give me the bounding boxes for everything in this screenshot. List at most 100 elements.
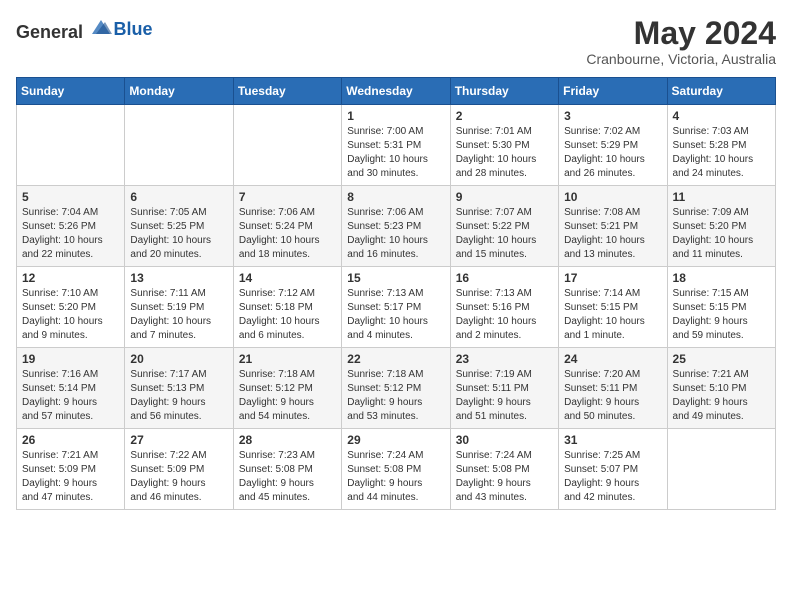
day-number: 5: [22, 190, 119, 204]
logo-general-text: General: [16, 22, 83, 42]
calendar-week-row: 12 Sunrise: 7:10 AM Sunset: 5:20 PM Dayli…: [17, 267, 776, 348]
calendar-empty-cell: [17, 105, 125, 186]
day-info: Sunrise: 7:00 AM Sunset: 5:31 PM Dayligh…: [347, 125, 444, 181]
day-info: Sunrise: 7:21 AM Sunset: 5:09 PM Dayligh…: [22, 449, 119, 505]
weekday-header-row: SundayMondayTuesdayWednesdayThursdayFrid…: [17, 78, 776, 105]
day-info: Sunrise: 7:06 AM Sunset: 5:24 PM Dayligh…: [239, 206, 336, 262]
day-number: 11: [673, 190, 770, 204]
day-number: 22: [347, 352, 444, 366]
day-number: 20: [130, 352, 227, 366]
calendar-day-23: 23Sunrise: 7:19 AM Sunset: 5:11 PM Dayli…: [450, 348, 558, 429]
day-info: Sunrise: 7:10 AM Sunset: 5:20 PM Dayligh…: [22, 287, 119, 343]
weekday-header-thursday: Thursday: [450, 78, 558, 105]
day-number: 29: [347, 433, 444, 447]
calendar-day-21: 21 Sunrise: 7:18 AM Sunset: 5:12 PM Dayli…: [233, 348, 341, 429]
calendar-day-26: 26 Sunrise: 7:21 AM Sunset: 5:09 PM Dayli…: [17, 429, 125, 510]
title-section: May 2024 Cranbourne, Victoria, Australia: [586, 16, 776, 67]
calendar-day-5: 5 Sunrise: 7:04 AM Sunset: 5:26 PM Daylig…: [17, 186, 125, 267]
calendar-week-row: 5 Sunrise: 7:04 AM Sunset: 5:26 PM Daylig…: [17, 186, 776, 267]
calendar-day-17: 17Sunrise: 7:14 AM Sunset: 5:15 PM Dayli…: [559, 267, 667, 348]
day-info: Sunrise: 7:24 AM Sunset: 5:08 PM Dayligh…: [456, 449, 553, 505]
calendar-week-row: 1 Sunrise: 7:00 AM Sunset: 5:31 PM Daylig…: [17, 105, 776, 186]
logo-blue-text: Blue: [114, 19, 153, 39]
day-number: 21: [239, 352, 336, 366]
day-info: Sunrise: 7:22 AM Sunset: 5:09 PM Dayligh…: [130, 449, 227, 505]
day-info: Sunrise: 7:04 AM Sunset: 5:26 PM Dayligh…: [22, 206, 119, 262]
calendar-week-row: 19 Sunrise: 7:16 AM Sunset: 5:14 PM Dayli…: [17, 348, 776, 429]
day-info: Sunrise: 7:15 AM Sunset: 5:15 PM Dayligh…: [673, 287, 770, 343]
page-header: General Blue May 2024 Cranbourne, Victor…: [16, 16, 776, 67]
weekday-header-tuesday: Tuesday: [233, 78, 341, 105]
day-info: Sunrise: 7:24 AM Sunset: 5:08 PM Dayligh…: [347, 449, 444, 505]
day-number: 25: [673, 352, 770, 366]
calendar-day-19: 19 Sunrise: 7:16 AM Sunset: 5:14 PM Dayli…: [17, 348, 125, 429]
day-info: Sunrise: 7:07 AM Sunset: 5:22 PM Dayligh…: [456, 206, 553, 262]
calendar-day-22: 22 Sunrise: 7:18 AM Sunset: 5:12 PM Dayli…: [342, 348, 450, 429]
calendar-day-14: 14 Sunrise: 7:12 AM Sunset: 5:18 PM Dayli…: [233, 267, 341, 348]
day-info: Sunrise: 7:11 AM Sunset: 5:19 PM Dayligh…: [130, 287, 227, 343]
calendar-day-15: 15 Sunrise: 7:13 AM Sunset: 5:17 PM Dayli…: [342, 267, 450, 348]
day-number: 26: [22, 433, 119, 447]
logo-icon: [90, 16, 112, 38]
weekday-header-sunday: Sunday: [17, 78, 125, 105]
calendar-day-3: 3Sunrise: 7:02 AM Sunset: 5:29 PM Daylig…: [559, 105, 667, 186]
day-info: Sunrise: 7:23 AM Sunset: 5:08 PM Dayligh…: [239, 449, 336, 505]
calendar-day-28: 28Sunrise: 7:23 AM Sunset: 5:08 PM Dayli…: [233, 429, 341, 510]
calendar-day-27: 27Sunrise: 7:22 AM Sunset: 5:09 PM Dayli…: [125, 429, 233, 510]
day-number: 19: [22, 352, 119, 366]
day-info: Sunrise: 7:18 AM Sunset: 5:12 PM Dayligh…: [347, 368, 444, 424]
day-info: Sunrise: 7:09 AM Sunset: 5:20 PM Dayligh…: [673, 206, 770, 262]
day-info: Sunrise: 7:12 AM Sunset: 5:18 PM Dayligh…: [239, 287, 336, 343]
weekday-header-saturday: Saturday: [667, 78, 775, 105]
day-number: 16: [456, 271, 553, 285]
day-number: 3: [564, 109, 661, 123]
calendar-day-12: 12 Sunrise: 7:10 AM Sunset: 5:20 PM Dayli…: [17, 267, 125, 348]
day-number: 24: [564, 352, 661, 366]
day-number: 31: [564, 433, 661, 447]
calendar-empty-cell: [233, 105, 341, 186]
calendar-day-1: 1 Sunrise: 7:00 AM Sunset: 5:31 PM Daylig…: [342, 105, 450, 186]
day-number: 9: [456, 190, 553, 204]
calendar-table: SundayMondayTuesdayWednesdayThursdayFrid…: [16, 77, 776, 510]
day-number: 1: [347, 109, 444, 123]
day-number: 8: [347, 190, 444, 204]
day-info: Sunrise: 7:06 AM Sunset: 5:23 PM Dayligh…: [347, 206, 444, 262]
weekday-header-friday: Friday: [559, 78, 667, 105]
weekday-header-wednesday: Wednesday: [342, 78, 450, 105]
day-number: 15: [347, 271, 444, 285]
day-info: Sunrise: 7:17 AM Sunset: 5:13 PM Dayligh…: [130, 368, 227, 424]
calendar-day-2: 2 Sunrise: 7:01 AM Sunset: 5:30 PM Daylig…: [450, 105, 558, 186]
day-number: 7: [239, 190, 336, 204]
day-info: Sunrise: 7:18 AM Sunset: 5:12 PM Dayligh…: [239, 368, 336, 424]
calendar-day-10: 10 Sunrise: 7:08 AM Sunset: 5:21 PM Dayli…: [559, 186, 667, 267]
location-text: Cranbourne, Victoria, Australia: [586, 51, 776, 67]
day-info: Sunrise: 7:08 AM Sunset: 5:21 PM Dayligh…: [564, 206, 661, 262]
day-info: Sunrise: 7:13 AM Sunset: 5:16 PM Dayligh…: [456, 287, 553, 343]
day-number: 10: [564, 190, 661, 204]
day-info: Sunrise: 7:03 AM Sunset: 5:28 PM Dayligh…: [673, 125, 770, 181]
day-number: 2: [456, 109, 553, 123]
calendar-day-16: 16 Sunrise: 7:13 AM Sunset: 5:16 PM Dayli…: [450, 267, 558, 348]
calendar-day-4: 4Sunrise: 7:03 AM Sunset: 5:28 PM Daylig…: [667, 105, 775, 186]
calendar-day-11: 11 Sunrise: 7:09 AM Sunset: 5:20 PM Dayli…: [667, 186, 775, 267]
calendar-day-8: 8 Sunrise: 7:06 AM Sunset: 5:23 PM Daylig…: [342, 186, 450, 267]
day-number: 12: [22, 271, 119, 285]
day-info: Sunrise: 7:16 AM Sunset: 5:14 PM Dayligh…: [22, 368, 119, 424]
day-info: Sunrise: 7:14 AM Sunset: 5:15 PM Dayligh…: [564, 287, 661, 343]
calendar-day-6: 6Sunrise: 7:05 AM Sunset: 5:25 PM Daylig…: [125, 186, 233, 267]
calendar-day-7: 7 Sunrise: 7:06 AM Sunset: 5:24 PM Daylig…: [233, 186, 341, 267]
day-number: 13: [130, 271, 227, 285]
day-info: Sunrise: 7:01 AM Sunset: 5:30 PM Dayligh…: [456, 125, 553, 181]
day-info: Sunrise: 7:19 AM Sunset: 5:11 PM Dayligh…: [456, 368, 553, 424]
day-info: Sunrise: 7:13 AM Sunset: 5:17 PM Dayligh…: [347, 287, 444, 343]
calendar-day-18: 18 Sunrise: 7:15 AM Sunset: 5:15 PM Dayli…: [667, 267, 775, 348]
calendar-day-13: 13 Sunrise: 7:11 AM Sunset: 5:19 PM Dayli…: [125, 267, 233, 348]
day-number: 14: [239, 271, 336, 285]
month-title: May 2024: [586, 16, 776, 51]
calendar-week-row: 26 Sunrise: 7:21 AM Sunset: 5:09 PM Dayli…: [17, 429, 776, 510]
day-info: Sunrise: 7:25 AM Sunset: 5:07 PM Dayligh…: [564, 449, 661, 505]
day-info: Sunrise: 7:05 AM Sunset: 5:25 PM Dayligh…: [130, 206, 227, 262]
day-number: 18: [673, 271, 770, 285]
calendar-day-20: 20 Sunrise: 7:17 AM Sunset: 5:13 PM Dayli…: [125, 348, 233, 429]
calendar-empty-cell: [125, 105, 233, 186]
